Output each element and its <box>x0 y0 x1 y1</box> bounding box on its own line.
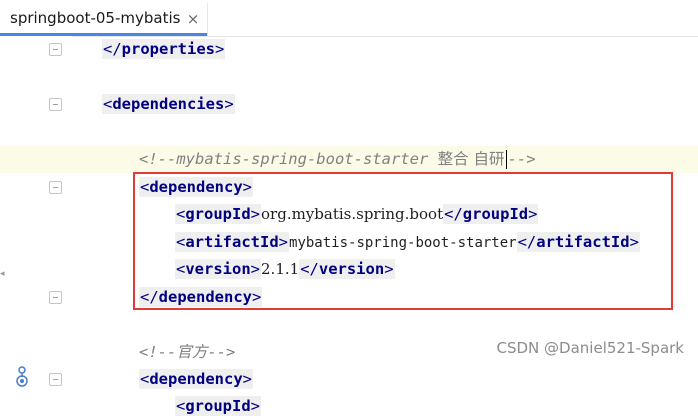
maven-dependency-icon-svg <box>16 366 28 387</box>
comment-official: <!--官方--> <box>139 343 236 361</box>
editor-tab-bar: springboot-05-mybatis × <box>0 0 698 37</box>
fold-icon[interactable] <box>49 373 62 386</box>
artifactId-open-tag: <artifactId> <box>175 232 290 252</box>
fold-icon[interactable] <box>49 43 62 56</box>
fold-icon[interactable] <box>49 181 62 194</box>
artifactId-value: mybatis-spring-boot-starter <box>289 235 517 251</box>
code-line: <dependencies> <box>0 91 698 118</box>
artifactId-close-tag: </artifactId> <box>516 232 640 252</box>
code-line: <dependency> <box>0 366 698 393</box>
properties-close-tag: </properties> <box>102 39 226 59</box>
dependencies-open-tag: <dependencies> <box>102 94 235 114</box>
tab-label: springboot-05-mybatis <box>10 9 181 27</box>
tab-springboot-05-mybatis[interactable]: springboot-05-mybatis × <box>0 3 208 36</box>
groupId-value: org.mybatis.spring.boot <box>261 205 444 223</box>
fold-icon[interactable] <box>49 98 62 111</box>
version-value: 2.1.1 <box>261 260 300 278</box>
close-icon[interactable]: × <box>185 9 201 29</box>
code-line-current: <!--mybatis-spring-boot-starter 整合 自研 --> <box>0 146 698 173</box>
code-line: <groupId>org.mybatis.spring.boot</groupI… <box>0 201 698 228</box>
code-line: </dependency> <box>0 284 698 311</box>
dependency-close-tag: </dependency> <box>139 287 263 307</box>
watermark: CSDN @Daniel521-Spark <box>496 339 684 357</box>
dependency-open-tag: <dependency> <box>139 369 254 389</box>
comment-mybatis: <!--mybatis-spring-boot-starter 整合 自研 --> <box>139 150 536 169</box>
code-line-partial: <groupId> <box>0 393 698 420</box>
code-line: <version>2.1.1</version> <box>0 256 698 283</box>
groupId-close-tag: </groupId> <box>443 204 539 224</box>
code-line: </properties> <box>0 36 698 63</box>
version-close-tag: </version> <box>299 259 395 279</box>
groupId-open-tag: <groupId> <box>175 204 262 224</box>
code-line: <dependency> <box>0 174 698 201</box>
version-open-tag: <version> <box>175 259 262 279</box>
fold-icon[interactable] <box>49 291 62 304</box>
maven-dependency-icon[interactable] <box>14 366 30 388</box>
text-caret <box>505 150 507 169</box>
code-line: <artifactId>mybatis-spring-boot-starter<… <box>0 229 698 256</box>
dependency-open-tag: <dependency> <box>139 177 254 197</box>
groupId-open-tag: <groupId> <box>175 396 262 416</box>
